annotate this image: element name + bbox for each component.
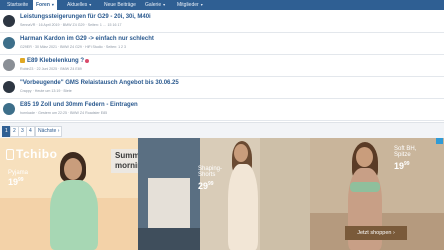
nav-label: Startseite bbox=[7, 2, 29, 8]
pagination: 1 2 3 4 Nächste › bbox=[0, 122, 444, 139]
thread-title[interactable]: E89 Klebelenkung ? bbox=[20, 58, 90, 64]
bra-label: Soft BH, Spitze bbox=[394, 146, 416, 158]
bed-image bbox=[148, 178, 190, 228]
nav-aktuelles[interactable]: Aktuelles ▾ bbox=[64, 0, 94, 10]
ad-choices-icon[interactable] bbox=[436, 138, 443, 144]
nav-label: Neue Beiträge bbox=[104, 2, 136, 8]
nav-galerie[interactable]: Galerie ▾ bbox=[142, 0, 168, 10]
price-main: 29 bbox=[198, 181, 209, 191]
avatar[interactable] bbox=[3, 37, 15, 49]
nav-label: Galerie bbox=[145, 2, 162, 8]
label-line: Shorts bbox=[198, 172, 216, 178]
nav-foren[interactable]: Foren ▾ bbox=[33, 0, 57, 10]
label-line: Spitze bbox=[394, 152, 411, 158]
nav-label: Aktuelles bbox=[67, 2, 88, 8]
shorts-label: Shaping- Shorts bbox=[198, 166, 222, 178]
price-cents: 99 bbox=[208, 181, 214, 187]
bra-price: 1999 bbox=[394, 161, 410, 171]
thread-row[interactable]: Leistungssteigerungen für G29 - 20i, 30i… bbox=[0, 11, 444, 33]
avatar[interactable] bbox=[3, 59, 15, 71]
model-shorts bbox=[228, 164, 258, 250]
page-4[interactable]: 4 bbox=[26, 126, 35, 137]
chevron-down-icon: ▾ bbox=[89, 2, 92, 7]
nav-label: Mitglieder bbox=[177, 2, 199, 8]
thread-list: Leistungssteigerungen für G29 - 20i, 30i… bbox=[0, 11, 444, 122]
chevron-down-icon: ▾ bbox=[51, 2, 54, 7]
model-head bbox=[234, 144, 248, 162]
new-badge-icon bbox=[85, 58, 90, 63]
thread-meta: G29ER · 30 März 2021 · BMW Z4 G29 · HiFi… bbox=[20, 45, 127, 49]
model-head bbox=[64, 158, 82, 180]
thread-row[interactable]: Harman Kardon im G29 -> einfach nur schl… bbox=[0, 33, 444, 55]
nav-label: Foren bbox=[36, 2, 50, 8]
nav-neue-beitraege[interactable]: Neue Beiträge bbox=[101, 0, 139, 10]
pyjama-label: Pyjama bbox=[8, 170, 29, 176]
next-page-button[interactable]: Nächste › bbox=[35, 126, 63, 137]
price-main: 19 bbox=[394, 161, 405, 171]
thread-meta: Crappy · Heute um 13:19 · Biete bbox=[20, 89, 72, 93]
shop-now-button[interactable]: Jetzt shoppen › bbox=[345, 226, 407, 240]
thread-title[interactable]: E85 19 Zoll und 30mm Federn - Eintragen bbox=[20, 102, 138, 108]
thread-title[interactable]: "Vorbeugende" GMS Relaistausch Angebot b… bbox=[20, 80, 179, 86]
top-navigation: Startseite Foren ▾ Aktuelles ▾ Neue Beiträ… bbox=[0, 0, 444, 10]
price-cents: 99 bbox=[404, 161, 410, 167]
model-pyjama bbox=[50, 180, 98, 250]
avatar[interactable] bbox=[3, 15, 15, 27]
price-cents: 99 bbox=[18, 177, 24, 183]
ad-panel-room[interactable] bbox=[138, 138, 200, 250]
nav-startseite[interactable]: Startseite bbox=[4, 0, 31, 10]
pyjama-price: 1999 bbox=[8, 177, 24, 187]
thread-title[interactable]: Leistungssteigerungen für G29 - 20i, 30i… bbox=[20, 14, 151, 20]
ad-background bbox=[260, 138, 310, 250]
model-head bbox=[356, 147, 373, 167]
trophy-icon bbox=[20, 58, 25, 63]
floor-shade bbox=[138, 228, 200, 250]
avatar[interactable] bbox=[3, 103, 15, 115]
shorts-price: 2999 bbox=[198, 181, 214, 191]
thread-row[interactable]: E89 Klebelenkung ? Robin23 · 22 Juni 202… bbox=[0, 55, 444, 77]
thread-row[interactable]: "Vorbeugende" GMS Relaistausch Angebot b… bbox=[0, 77, 444, 99]
thread-meta: Robin23 · 22 Juni 2025 · BMW Z4 E89 bbox=[20, 67, 82, 71]
ad-panel-shorts[interactable]: Shaping- Shorts 2999 bbox=[198, 138, 310, 250]
tchibo-ad-banner[interactable]: Tchibo Pyjama 1999 Summer mornings Shapi… bbox=[0, 138, 444, 250]
thread-title[interactable]: Harman Kardon im G29 -> einfach nur schl… bbox=[20, 36, 154, 42]
avatar[interactable] bbox=[3, 81, 15, 93]
tchibo-logo-icon bbox=[6, 149, 14, 160]
tchibo-logo: Tchibo bbox=[16, 147, 58, 161]
thread-title-text: E89 Klebelenkung ? bbox=[27, 58, 85, 65]
chevron-down-icon: ▾ bbox=[163, 2, 166, 7]
bra-garment bbox=[350, 182, 380, 192]
thread-meta: SennaVR · 16 April 2019 · BMW Z4 G29 · S… bbox=[20, 23, 122, 27]
price-main: 19 bbox=[8, 177, 19, 187]
nav-mitglieder[interactable]: Mitglieder ▾ bbox=[174, 0, 206, 10]
thread-row[interactable]: E85 19 Zoll und 30mm Federn - Eintragen … bbox=[0, 99, 444, 121]
thread-meta: hornkade · Gestern um 22:25 · BMW Z4 Roa… bbox=[20, 111, 108, 115]
chevron-down-icon: ▾ bbox=[200, 2, 203, 7]
